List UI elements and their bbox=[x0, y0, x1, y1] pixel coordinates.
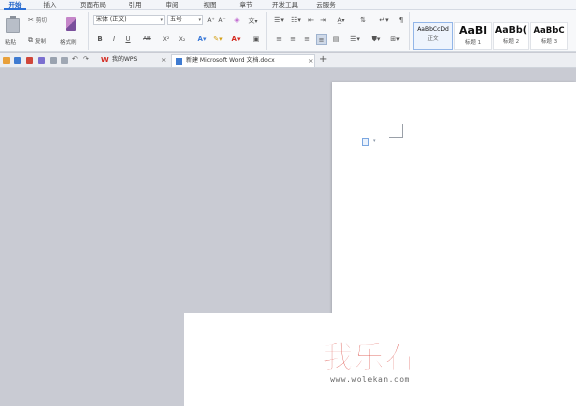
para-mark-icon[interactable]: ¶ bbox=[396, 15, 406, 25]
doc-icon[interactable] bbox=[362, 138, 369, 146]
line-spacing-icon[interactable]: ☰▾ bbox=[348, 34, 362, 44]
add-tab-button[interactable]: + bbox=[319, 54, 327, 66]
increase-indent-icon[interactable]: ⇥ bbox=[318, 15, 328, 25]
paste-icon bbox=[6, 15, 20, 33]
menu-developer[interactable]: 开发工具 bbox=[268, 0, 302, 10]
divider bbox=[88, 12, 89, 50]
format-painter-label: 格式刷 bbox=[60, 40, 77, 46]
chinese-layout-icon[interactable]: A̲▾ bbox=[334, 15, 348, 25]
tab-label: 我的WPS bbox=[112, 56, 138, 63]
align-right-icon[interactable]: ≡ bbox=[302, 34, 312, 44]
print-preview-icon[interactable] bbox=[50, 57, 57, 64]
menu-chapter[interactable]: 章节 bbox=[236, 0, 256, 10]
text-effect-icon[interactable]: A▾ bbox=[196, 34, 208, 44]
align-center-icon[interactable]: ≡ bbox=[288, 34, 298, 44]
style-normal[interactable]: AaBbCcDd 正文 bbox=[413, 22, 453, 50]
font-size-value: 五号 bbox=[170, 16, 183, 23]
divider bbox=[266, 12, 267, 50]
menu-references[interactable]: 引用 bbox=[125, 0, 145, 10]
font-size-select[interactable]: 五号 ▾ bbox=[167, 15, 203, 25]
margin-corner-mark bbox=[389, 124, 403, 138]
shading-icon[interactable]: ⛊▾ bbox=[369, 34, 383, 44]
grow-font-button[interactable]: A⁺ bbox=[206, 15, 216, 25]
strikethrough-button[interactable]: AB bbox=[140, 34, 154, 44]
style-sample: AaBb( bbox=[494, 25, 528, 36]
tab-my-wps[interactable]: W 我的WPS × bbox=[98, 54, 168, 67]
style-sample: AaBl bbox=[458, 24, 488, 37]
format-painter-button[interactable] bbox=[64, 15, 78, 33]
menu-home[interactable]: 开始 bbox=[4, 0, 26, 10]
font-color-icon[interactable]: A▾ bbox=[230, 34, 242, 44]
watermark-logo: 我乐看 bbox=[322, 340, 416, 377]
style-name: 标题 1 bbox=[464, 40, 482, 46]
chevron-down-icon: ▾ bbox=[198, 17, 201, 23]
phonetic-icon[interactable]: 文▾ bbox=[246, 15, 260, 25]
chevron-down-icon[interactable]: ▾ bbox=[373, 138, 376, 144]
borders-icon[interactable]: ⊞▾ bbox=[388, 34, 402, 44]
menu-review[interactable]: 审阅 bbox=[162, 0, 182, 10]
spellcheck-icon[interactable] bbox=[61, 57, 68, 64]
italic-button[interactable]: I bbox=[109, 34, 119, 44]
format-painter-icon bbox=[66, 17, 76, 31]
export-pdf-icon[interactable] bbox=[26, 57, 33, 64]
menu-bar: 开始 插入 页面布局 引用 审阅 视图 章节 开发工具 云服务 bbox=[0, 0, 576, 10]
distributed-icon[interactable]: ▤ bbox=[331, 34, 341, 44]
copy-button[interactable]: ⧉ 复制 bbox=[28, 36, 58, 45]
watermark-logo-text: 我乐看 bbox=[323, 340, 416, 376]
tab-bar: ↶ ↷ W 我的WPS × 新建 Microsoft Word 文档.docx … bbox=[0, 53, 576, 68]
wps-logo-icon: W bbox=[101, 56, 109, 64]
scissors-icon: ✂ bbox=[28, 15, 34, 24]
style-sample: AaBbCcDd bbox=[417, 26, 449, 33]
font-name-value: 宋体 (正文) bbox=[96, 16, 127, 23]
tab-label: 新建 Microsoft Word 文档.docx bbox=[186, 57, 275, 64]
watermark-url: www.wolekan.com bbox=[330, 375, 410, 384]
style-heading-3[interactable]: AaBbC 标题 3 bbox=[530, 22, 568, 50]
save-icon[interactable] bbox=[14, 57, 21, 64]
chevron-down-icon: ▾ bbox=[160, 17, 163, 23]
bullets-icon[interactable]: ☰▾ bbox=[272, 15, 286, 25]
copy-label: 复制 bbox=[35, 38, 47, 45]
cut-label: 剪切 bbox=[35, 17, 47, 24]
show-marks-icon[interactable]: ↵▾ bbox=[377, 15, 391, 25]
style-name: 标题 3 bbox=[540, 39, 558, 45]
sort-icon[interactable]: ⇅ bbox=[358, 15, 368, 25]
close-icon[interactable]: × bbox=[308, 55, 313, 67]
style-sample: AaBbC bbox=[533, 26, 565, 36]
menu-page-layout[interactable]: 页面布局 bbox=[76, 0, 110, 10]
justify-icon[interactable]: ≡ bbox=[316, 34, 327, 45]
style-name: 正文 bbox=[427, 36, 439, 42]
style-name: 标题 2 bbox=[502, 39, 520, 45]
menu-cloud[interactable]: 云服务 bbox=[312, 0, 340, 10]
subscript-button[interactable]: X₂ bbox=[176, 34, 188, 44]
close-icon[interactable]: × bbox=[161, 54, 166, 66]
redo-icon[interactable]: ↷ bbox=[83, 55, 90, 63]
cut-button[interactable]: ✂ 剪切 bbox=[28, 15, 58, 24]
copy-icon: ⧉ bbox=[28, 36, 33, 44]
clear-format-icon[interactable]: ◈ bbox=[232, 15, 242, 25]
menu-view[interactable]: 视图 bbox=[200, 0, 220, 10]
style-heading-1[interactable]: AaBl 标题 1 bbox=[454, 22, 492, 50]
align-left-icon[interactable]: ≡ bbox=[274, 34, 284, 44]
tab-document[interactable]: 新建 Microsoft Word 文档.docx × bbox=[171, 54, 315, 67]
shrink-font-button[interactable]: A⁻ bbox=[217, 15, 227, 25]
font-name-select[interactable]: 宋体 (正文) ▾ bbox=[93, 15, 165, 25]
style-heading-2[interactable]: AaBb( 标题 2 bbox=[493, 22, 529, 50]
numbering-icon[interactable]: ☷▾ bbox=[289, 15, 303, 25]
bold-button[interactable]: B bbox=[95, 34, 105, 44]
ribbon-toolbar: 粘贴 ✂ 剪切 ⧉ 复制 格式刷 宋体 (正文) ▾ 五号 ▾ A⁺ A⁻ ◈ … bbox=[0, 10, 576, 52]
underline-button[interactable]: U bbox=[123, 34, 133, 44]
menu-insert[interactable]: 插入 bbox=[40, 0, 60, 10]
print-icon[interactable] bbox=[38, 57, 45, 64]
paste-label: 粘贴 bbox=[5, 40, 17, 46]
decrease-indent-icon[interactable]: ⇤ bbox=[306, 15, 316, 25]
divider bbox=[409, 12, 410, 50]
word-doc-icon bbox=[176, 58, 182, 65]
highlight-icon[interactable]: ✎▾ bbox=[212, 34, 224, 44]
open-folder-icon[interactable] bbox=[3, 57, 10, 64]
paste-button[interactable] bbox=[4, 15, 22, 35]
undo-icon[interactable]: ↶ bbox=[72, 55, 79, 63]
superscript-button[interactable]: X² bbox=[160, 34, 172, 44]
char-border-icon[interactable]: ▣ bbox=[251, 34, 261, 44]
